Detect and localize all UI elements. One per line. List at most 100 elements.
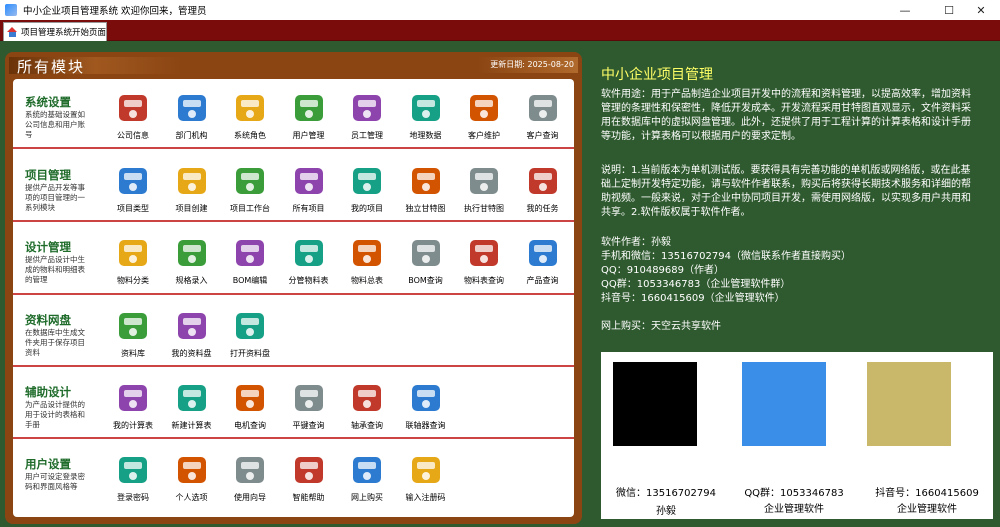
open-folder-icon xyxy=(231,307,269,345)
table-icon xyxy=(290,162,328,200)
note-text: 说明：1.当前版本为单机测试版。要获得具有完善功能的单机版或网络版，或在此基础上… xyxy=(601,165,971,218)
module-label: 轴承查询 xyxy=(351,421,383,430)
module-1-1[interactable]: 公司信息 xyxy=(103,89,163,141)
gears-icon xyxy=(114,162,152,200)
module-4-2[interactable]: 我的资料盘 xyxy=(162,307,222,359)
tab-bar: 项目管理系统开始页面 xyxy=(0,20,1000,41)
module-1-3[interactable]: 系统角色 xyxy=(220,89,280,141)
module-3-4[interactable]: 分管物料表 xyxy=(279,234,339,286)
usage-text: 软件用途：用于产品制造企业项目开发中的流程和资料管理，以提高效率，增加资料管理的… xyxy=(601,89,971,142)
tab-label: 项目管理系统开始页面 xyxy=(20,28,106,38)
module-2-5[interactable]: 我的项目 xyxy=(337,162,397,214)
module-3-7[interactable]: 物料表查询 xyxy=(454,234,514,286)
motor-icon xyxy=(231,379,269,417)
qr-code-area: 微信：13516702794 孙毅 QQ群：1053346783 企业管理软件 … xyxy=(601,352,993,519)
modules-header: 所有模块 更新日期: 2025-08-20 xyxy=(5,52,582,78)
modules-body: 系统设置 系统的基础设置如公司信息和用户账号 公司信息 部门机构 系统角色 用户管理 员工管… xyxy=(13,79,574,517)
module-6-6[interactable]: 输入注册码 xyxy=(396,451,456,503)
module-6-1[interactable]: 登录密码 xyxy=(103,451,163,503)
module-label: 物料总表 xyxy=(351,276,383,285)
gantt-icon xyxy=(407,162,445,200)
module-5-5[interactable]: 轴承查询 xyxy=(337,379,397,431)
monitor-icon xyxy=(231,162,269,200)
author-line: 软件作者：孙毅 xyxy=(601,237,671,248)
section-title: 资料网盘 xyxy=(25,313,71,327)
module-2-4[interactable]: 所有项目 xyxy=(279,162,339,214)
module-2-7[interactable]: 执行甘特图 xyxy=(454,162,514,214)
section-title: 辅助设计 xyxy=(25,385,71,399)
bearing-icon xyxy=(348,379,386,417)
module-label: BOM编辑 xyxy=(232,276,268,285)
section-2: 项目管理 提供产品开发等事项的项目管理的一系列模块 项目类型 项目创建 项目工作台 所有项… xyxy=(13,152,574,222)
module-3-6[interactable]: BOM查询 xyxy=(396,234,456,286)
key-icon xyxy=(114,451,152,489)
minimize-button[interactable]: — xyxy=(886,0,924,20)
org-chart-icon xyxy=(173,89,211,127)
module-1-4[interactable]: 用户管理 xyxy=(279,89,339,141)
module-label: 我的资料盘 xyxy=(171,349,212,358)
modules-panel: 所有模块 更新日期: 2025-08-20 系统设置 系统的基础设置如公司信息和用… xyxy=(5,52,582,524)
tree-icon xyxy=(114,234,152,272)
spreadsheet-icon xyxy=(173,379,211,417)
tab-start-page[interactable]: 项目管理系统开始页面 xyxy=(3,22,107,41)
module-4-3[interactable]: 打开资料盘 xyxy=(220,307,280,359)
module-label: 个人选项 xyxy=(175,493,208,502)
module-5-3[interactable]: 电机查询 xyxy=(220,379,280,431)
module-label: 客户维护 xyxy=(468,131,500,140)
module-6-4[interactable]: 智能帮助 xyxy=(279,451,339,503)
key-tool-icon xyxy=(290,379,328,417)
module-4-1[interactable]: 资料库 xyxy=(103,307,163,359)
module-3-3[interactable]: BOM编辑 xyxy=(220,234,280,286)
email-icon xyxy=(348,451,386,489)
module-label: 登录密码 xyxy=(117,493,149,502)
module-3-1[interactable]: 物料分类 xyxy=(103,234,163,286)
module-3-2[interactable]: 规格录入 xyxy=(162,234,222,286)
qq-group-qr-code xyxy=(742,362,826,446)
globe-icon xyxy=(407,89,445,127)
module-1-5[interactable]: 员工管理 xyxy=(337,89,397,141)
douyin-caption-name: 企业管理软件 xyxy=(897,504,957,515)
qq-group-line: QQ群：1053346783（企业管理软件群） xyxy=(601,279,791,290)
module-label: 系统角色 xyxy=(234,131,266,140)
module-label: 输入注册码 xyxy=(405,493,446,502)
wechat-caption-name: 孙毅 xyxy=(656,506,676,517)
module-label: 项目工作台 xyxy=(230,204,270,213)
close-button[interactable]: ✕ xyxy=(962,0,1000,20)
module-6-5[interactable]: 网上购买 xyxy=(337,451,397,503)
module-label: 使用向导 xyxy=(234,493,266,502)
open-book-icon xyxy=(173,451,211,489)
module-1-6[interactable]: 地理数据 xyxy=(396,89,456,141)
compass-icon xyxy=(173,234,211,272)
module-label: 部门机构 xyxy=(175,131,208,140)
section-description: 用户可设定登录密码和界面风格等 xyxy=(25,472,85,491)
module-5-2[interactable]: 新建计算表 xyxy=(162,379,222,431)
module-1-8[interactable]: 客户查询 xyxy=(513,89,573,141)
module-2-8[interactable]: 我的任务 xyxy=(513,162,573,214)
module-6-2[interactable]: 个人选项 xyxy=(162,451,222,503)
module-5-6[interactable]: 联轴器查询 xyxy=(396,379,456,431)
module-5-4[interactable]: 平键查询 xyxy=(279,379,339,431)
module-1-2[interactable]: 部门机构 xyxy=(162,89,222,141)
title-bar: 中小企业项目管理系统 欢迎你回来，管理员 — ☐ ✕ xyxy=(0,0,1000,20)
section-description: 为产品设计提供的用于设计的表格和手册 xyxy=(25,400,85,429)
module-2-1[interactable]: 项目类型 xyxy=(103,162,163,214)
module-2-2[interactable]: 项目创建 xyxy=(162,162,222,214)
cd-drive-icon xyxy=(348,234,386,272)
bicycle-icon xyxy=(524,234,562,272)
module-label: 所有项目 xyxy=(292,204,325,213)
module-label: 我的项目 xyxy=(351,204,383,213)
module-3-5[interactable]: 物料总表 xyxy=(337,234,397,286)
clipboard-icon xyxy=(231,234,269,272)
module-2-6[interactable]: 独立甘特图 xyxy=(396,162,456,214)
section-title: 设计管理 xyxy=(25,240,71,254)
module-2-3[interactable]: 项目工作台 xyxy=(220,162,280,214)
module-label: 项目类型 xyxy=(117,204,149,213)
module-1-7[interactable]: 客户维护 xyxy=(454,89,514,141)
gantt-run-icon xyxy=(465,162,503,200)
section-description: 在数据库中生成文件夹用于保存项目资料 xyxy=(25,328,85,357)
douyin-line: 抖音号：1660415609（企业管理软件） xyxy=(601,293,785,304)
module-6-3[interactable]: 使用向导 xyxy=(220,451,280,503)
module-3-8[interactable]: 产品查询 xyxy=(513,234,573,286)
module-5-1[interactable]: 我的计算表 xyxy=(103,379,163,431)
module-label: 分管物料表 xyxy=(288,276,329,285)
